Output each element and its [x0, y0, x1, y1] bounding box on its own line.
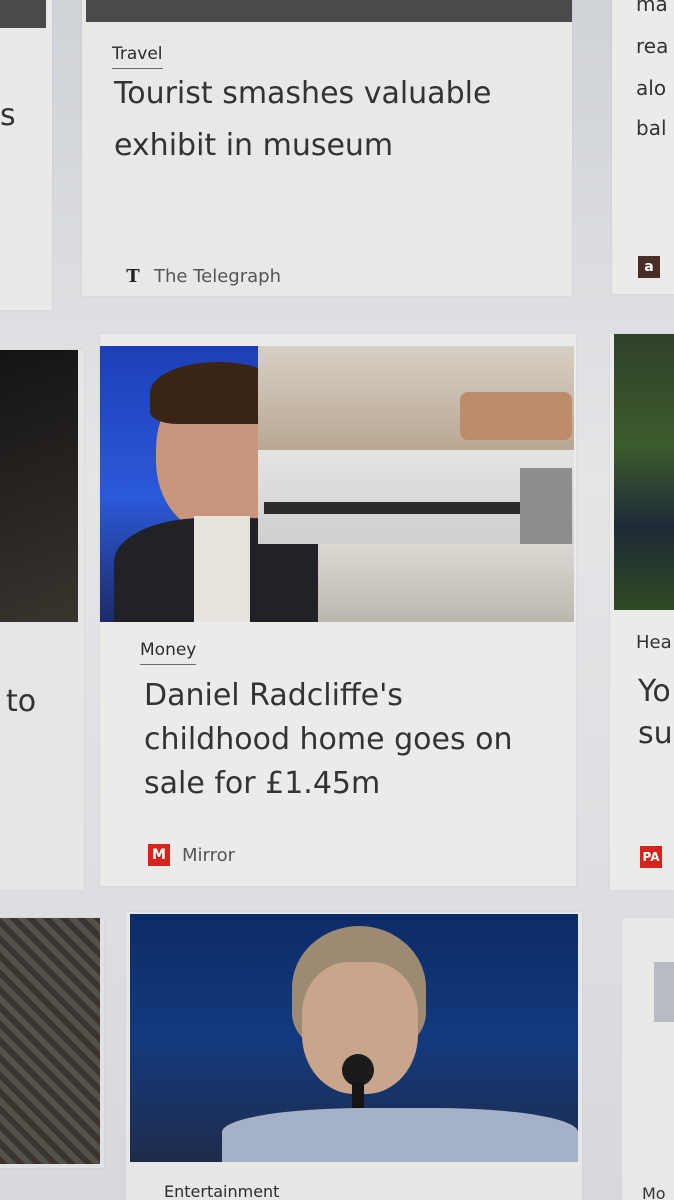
- telegraph-logo-icon: T: [126, 266, 140, 287]
- house-collage-oven: [520, 468, 572, 544]
- money-source-name: Mirror: [182, 844, 236, 866]
- right-bottom-photo: [654, 962, 674, 1022]
- right-partial-card-mid[interactable]: Hea Yo su PA: [610, 334, 674, 890]
- mirror-logo-icon: M: [148, 844, 170, 866]
- right-top-line1: ma: [636, 0, 668, 16]
- money-article-card[interactable]: Money Daniel Radcliffe's childhood home …: [100, 334, 576, 886]
- left-card-bottom-photo: [0, 918, 100, 1164]
- entertainment-category-label: Entertainment: [164, 1182, 279, 1200]
- travel-source: T The Telegraph: [124, 266, 281, 287]
- left-partial-card-mid[interactable]: to: [0, 350, 84, 890]
- right-top-line3: alo: [636, 76, 667, 100]
- travel-article-card[interactable]: Travel Tourist smashes valuable exhibit …: [82, 0, 572, 296]
- money-headline-line2: childhood home goes on: [144, 722, 513, 757]
- house-collage-counter: [264, 502, 524, 514]
- portrait-shirt: [194, 516, 250, 622]
- right-mid-source-logo-icon: PA: [640, 846, 662, 868]
- house-collage-bottom: [318, 544, 574, 622]
- left-card-top-text: s: [0, 98, 16, 133]
- travel-source-name: The Telegraph: [154, 266, 281, 287]
- left-card-mid-photo: [0, 350, 78, 622]
- money-category-label: Money: [140, 640, 197, 665]
- travel-card-top-bar: [86, 0, 572, 22]
- right-bottom-category: Mo: [642, 1184, 666, 1200]
- travel-headline-line1: Tourist smashes valuable: [114, 76, 492, 111]
- right-mid-headline-line2: su: [638, 716, 673, 751]
- left-card-mid-text: to: [6, 684, 37, 719]
- travel-category-label: Travel: [112, 44, 163, 69]
- right-mid-headline-line1: Yo: [638, 674, 671, 709]
- house-collage-sofa: [460, 392, 572, 440]
- left-partial-card-top[interactable]: s: [0, 0, 52, 310]
- money-headline-line1: Daniel Radcliffe's: [144, 678, 403, 713]
- right-mid-category: Hea: [636, 632, 672, 653]
- right-top-line4: bal: [636, 116, 667, 140]
- right-mid-photo: [614, 334, 674, 610]
- right-partial-card-top[interactable]: ma rea alo bal a: [612, 0, 674, 294]
- money-headline-line3: sale for £1.45m: [144, 766, 381, 801]
- travel-headline-line2: exhibit in museum: [114, 128, 394, 163]
- singer-jacket: [222, 1108, 578, 1162]
- right-partial-card-bottom[interactable]: Mo: [622, 918, 674, 1200]
- right-top-source-logo-icon: a: [638, 256, 660, 278]
- left-partial-card-bottom[interactable]: [0, 918, 104, 1168]
- money-source: M Mirror: [148, 844, 235, 866]
- left-card-top-bar: [0, 0, 46, 28]
- money-article-photo: [100, 346, 574, 622]
- entertainment-article-card[interactable]: Entertainment: [126, 912, 582, 1200]
- right-top-line2: rea: [636, 34, 669, 58]
- entertainment-article-photo: [130, 914, 578, 1162]
- news-feed-screen: s to Travel Tourist smashes valuable exh…: [0, 0, 674, 1200]
